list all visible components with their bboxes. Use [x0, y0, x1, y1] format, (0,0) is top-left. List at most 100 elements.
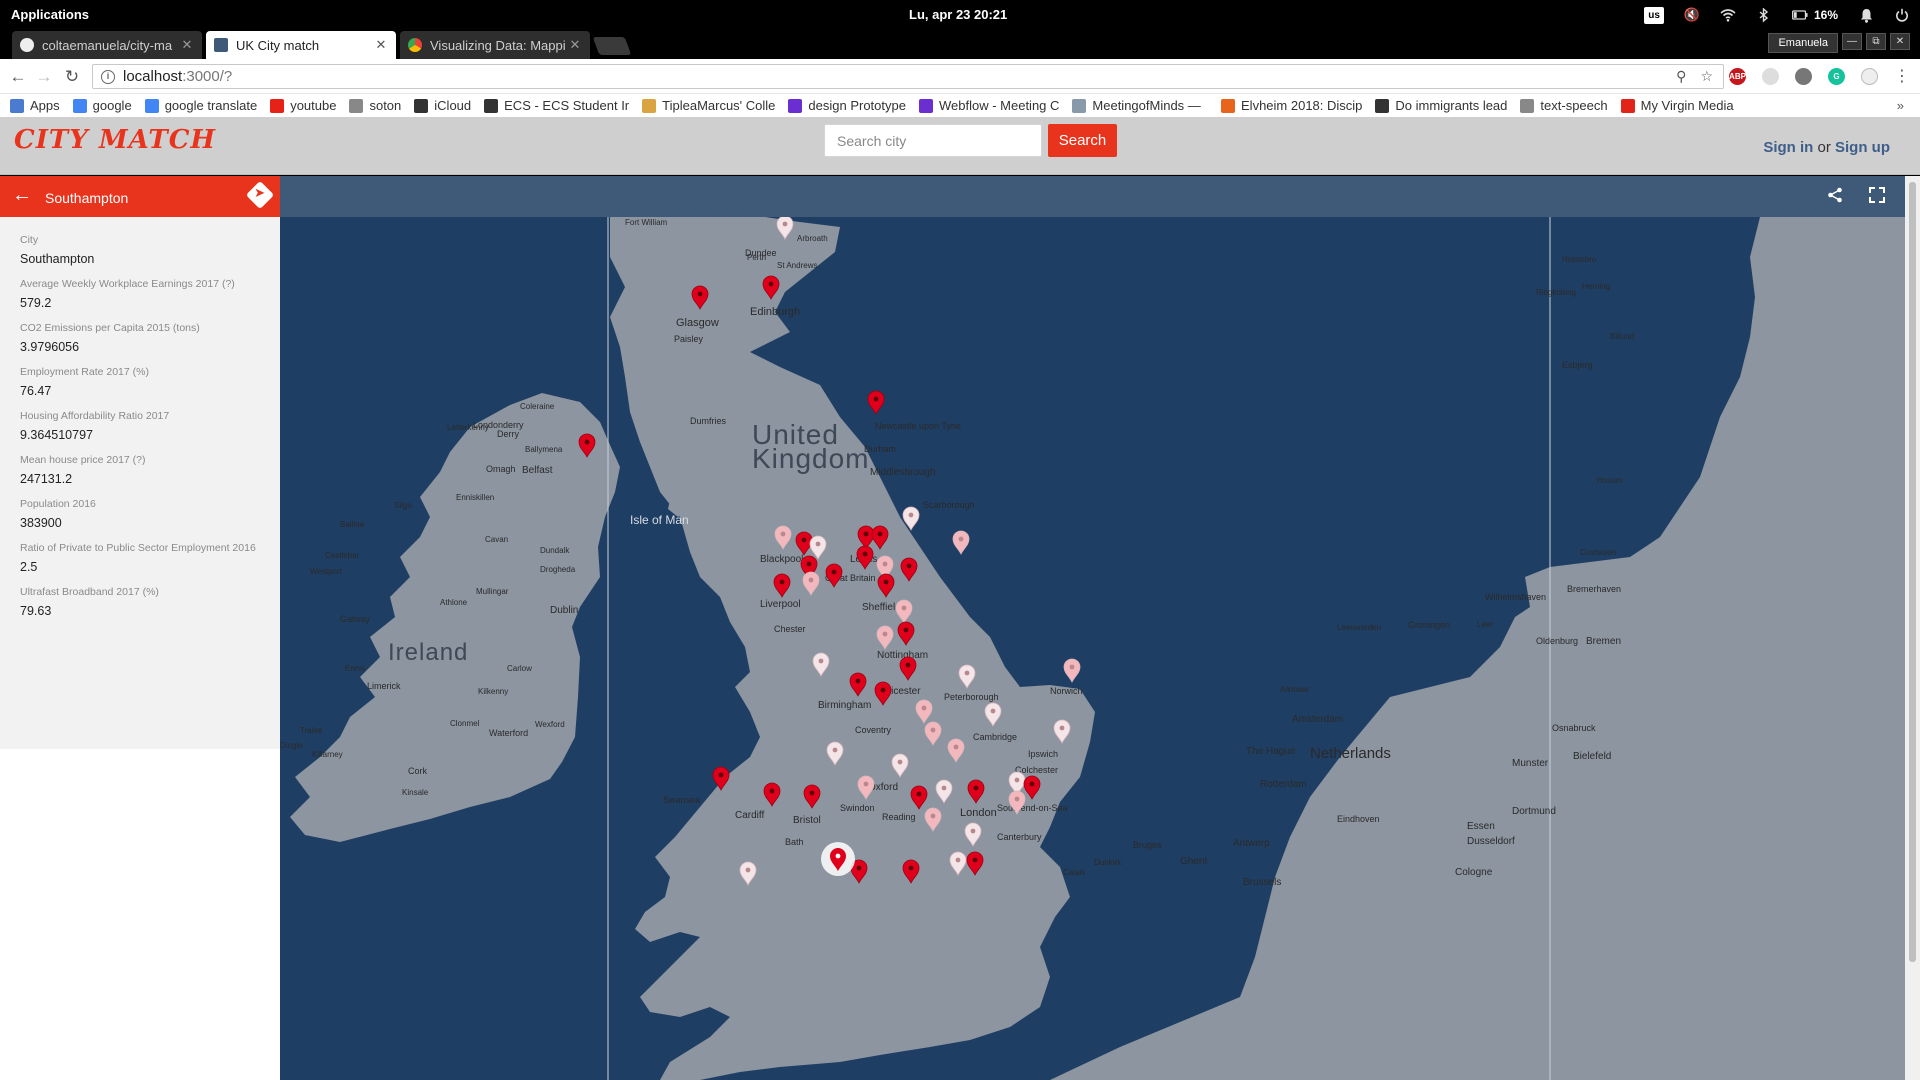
chrome-menu-icon[interactable]: ⋮	[1894, 66, 1910, 86]
sign-up-link[interactable]: Sign up	[1835, 139, 1890, 156]
tab-close-icon[interactable]: ✕	[180, 37, 194, 53]
directions-icon[interactable]: ➤	[245, 180, 275, 210]
map-place-label: Castlebar	[325, 551, 360, 560]
fullscreen-icon[interactable]	[1869, 187, 1885, 208]
battery-icon[interactable]	[1792, 7, 1808, 23]
bookmark-item[interactable]: google	[72, 98, 132, 113]
forward-arrow-icon[interactable]: →	[34, 67, 54, 87]
map-place-label: Bristol	[793, 815, 821, 826]
site-info-icon[interactable]: i	[101, 69, 115, 84]
bookmark-item[interactable]: soton	[349, 98, 401, 113]
property-label: City	[20, 234, 39, 246]
profile-button[interactable]: Emanuela	[1768, 33, 1838, 53]
sidebar-header: ← Southampton ➤	[0, 176, 280, 217]
map-place-label: Omagh	[486, 464, 516, 474]
bookmark-item[interactable]: Webflow - Meeting C	[918, 98, 1059, 113]
notification-bell-icon[interactable]	[1858, 7, 1874, 23]
map-place-label: Coleraine	[520, 402, 555, 411]
restore-window-button[interactable]: ⧉	[1866, 33, 1886, 50]
clock[interactable]: Lu, apr 23 20:21	[909, 7, 1007, 22]
map-place-label: Arbroath	[797, 234, 828, 243]
bookmark-item[interactable]: design Prototype	[788, 98, 906, 113]
tab-visualizing-data[interactable]: Visualizing Data: Mappi ✕	[400, 31, 590, 59]
auth-links: Sign in or Sign up	[1763, 139, 1890, 156]
new-tab-button[interactable]	[592, 37, 632, 55]
bookmark-item[interactable]: Elvheim 2018: Discip	[1221, 98, 1362, 113]
bookmark-item[interactable]: youtube	[270, 98, 336, 113]
minimize-window-button[interactable]: —	[1842, 33, 1862, 50]
page-scrollbar[interactable]	[1905, 176, 1920, 1080]
bluetooth-icon[interactable]	[1756, 7, 1772, 23]
volume-muted-icon[interactable]: 🔇	[1684, 7, 1700, 23]
sign-in-link[interactable]: Sign in	[1763, 139, 1813, 156]
recycle-extension-icon[interactable]	[1795, 67, 1812, 85]
adblock-plus-icon[interactable]: ABP	[1729, 67, 1746, 85]
bookmark-item[interactable]: TipleaMarcus' Colle	[642, 98, 775, 113]
chrome-page-icon	[408, 38, 422, 52]
extension-circle-icon[interactable]	[1861, 67, 1878, 85]
back-arrow-icon[interactable]: ←	[12, 184, 32, 207]
map-place-label: Cambridge	[973, 732, 1017, 742]
bookmark-label: My Virgin Media	[1640, 98, 1734, 113]
tab-close-icon[interactable]: ✕	[568, 37, 582, 53]
bookmark-item[interactable]: MeetingofMinds —	[1072, 98, 1208, 113]
tab-close-icon[interactable]: ✕	[374, 37, 388, 53]
bookmark-star-icon[interactable]: ☆	[1700, 68, 1713, 85]
more-bookmarks-icon[interactable]: »	[1897, 98, 1904, 113]
map-place-label: Liverpool	[760, 599, 801, 610]
applications-menu[interactable]: Applications	[11, 7, 89, 22]
tab-uk-city-match[interactable]: UK City match ✕	[206, 31, 396, 59]
property-label: Ultrafast Broadband 2017 (%)	[20, 586, 159, 598]
zoom-magnifier-icon[interactable]: ⚲	[1676, 68, 1686, 85]
city-property: Housing Affordability Ratio 2017 9.364510…	[20, 410, 260, 442]
url-path: :3000/?	[182, 68, 233, 85]
bookmark-item[interactable]: My Virgin Media	[1620, 98, 1734, 113]
map-place-label: Bielefeld	[1573, 751, 1611, 762]
selected-city-marker[interactable]	[821, 842, 855, 876]
property-value: 79.63	[20, 604, 52, 618]
keyboard-layout-indicator[interactable]: us	[1644, 6, 1664, 24]
map-place-label: Cardiff	[735, 810, 764, 821]
map-place-label: Chester	[774, 624, 806, 634]
share-icon[interactable]	[1827, 187, 1843, 208]
bookmark-item[interactable]: text-speech	[1520, 98, 1608, 113]
extension-icon[interactable]	[1762, 67, 1779, 85]
city-property: Mean house price 2017 (?) 247131.2	[20, 454, 260, 486]
map-place-label: Bath	[785, 837, 804, 847]
map-place-label: Holstebro	[1562, 255, 1597, 264]
city-match-logo[interactable]: CITY MATCH	[14, 125, 216, 155]
city-property: Population 2016 383900	[20, 498, 260, 530]
search-button[interactable]: Search	[1048, 124, 1117, 157]
grammarly-icon[interactable]: G	[1828, 67, 1845, 85]
map-place-label: Ballymena	[525, 445, 563, 454]
tab-github[interactable]: coltaemanuela/city-ma ✕	[12, 31, 202, 59]
scrollbar-thumb[interactable]	[1909, 182, 1916, 962]
close-window-button[interactable]: ✕	[1890, 33, 1910, 50]
reload-icon[interactable]: ↻	[62, 67, 82, 87]
property-value: Southampton	[20, 252, 95, 266]
map-place-label: Cologne	[1455, 867, 1493, 878]
address-bar[interactable]: i localhost:3000/? ⚲ ☆	[92, 64, 1724, 89]
bookmark-label: text-speech	[1540, 98, 1608, 113]
bookmark-item[interactable]: Apps	[10, 98, 60, 113]
bookmark-item[interactable]: google translate	[144, 98, 257, 113]
power-icon[interactable]	[1894, 7, 1910, 23]
map-place-label: Scarborough	[923, 500, 975, 510]
map-canvas[interactable]: UnitedKingdomIrelandNetherlandsIsle of M…	[280, 217, 1905, 1080]
map-place-label: Ballina	[340, 520, 365, 529]
map-place-label: Bremerhaven	[1567, 584, 1621, 594]
city-search-input[interactable]	[824, 124, 1042, 157]
map-place-label: Swindon	[840, 803, 875, 813]
bookmark-item[interactable]: iCloud	[414, 98, 471, 113]
wifi-icon[interactable]	[1720, 7, 1736, 23]
map-place-label: Norwich	[1050, 686, 1083, 696]
property-value: 247131.2	[20, 472, 73, 486]
bookmark-item[interactable]: Do immigrants lead	[1375, 98, 1507, 113]
webflow-icon	[788, 98, 803, 113]
bookmark-item[interactable]: ECS - ECS Student Ir	[484, 98, 629, 113]
back-arrow-icon[interactable]: ←	[8, 67, 28, 87]
bookmark-label: youtube	[290, 98, 337, 113]
uk-city-map[interactable]: United Kingdom Ireland Netherlands Isle of M…	[280, 217, 1905, 1080]
map-place-label: Glasgow	[676, 317, 719, 329]
youtube-icon	[270, 98, 285, 113]
